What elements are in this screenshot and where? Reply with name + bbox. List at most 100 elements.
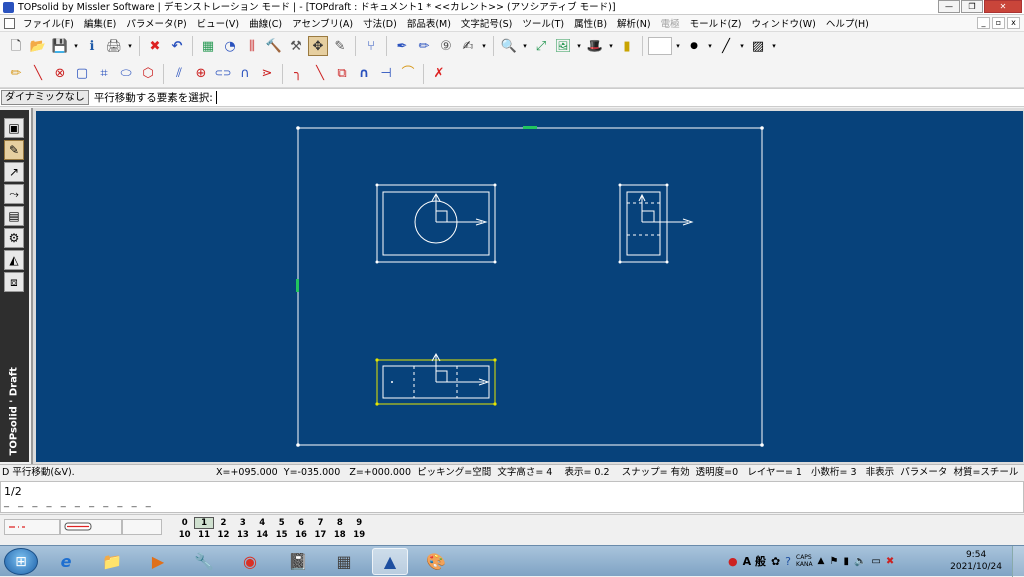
- layer-10[interactable]: 10: [175, 529, 194, 541]
- parameters-toggle[interactable]: パラメータ: [900, 467, 947, 478]
- select-icon[interactable]: ▣: [4, 118, 24, 138]
- menu-dimension[interactable]: 寸法(D): [358, 16, 402, 30]
- move-icon[interactable]: ✥: [308, 36, 328, 56]
- layer-14[interactable]: 14: [253, 529, 272, 541]
- mdi-close-button[interactable]: x: [1007, 17, 1020, 29]
- fit-icon[interactable]: ⤢: [531, 36, 551, 56]
- arc-icon[interactable]: ∩: [235, 64, 255, 84]
- measure-icon[interactable]: ⤳: [4, 184, 24, 204]
- line-tool-icon[interactable]: ↗: [4, 162, 24, 182]
- battery-icon[interactable]: ▭: [871, 556, 880, 567]
- mdi-minimize-button[interactable]: _: [977, 17, 990, 29]
- hatch-icon[interactable]: ▨: [748, 36, 768, 56]
- layer-19[interactable]: 19: [350, 529, 369, 541]
- delete-icon[interactable]: ✖: [145, 36, 165, 56]
- layer-5[interactable]: 5: [272, 517, 291, 529]
- zoom-icon[interactable]: 🔍: [499, 36, 519, 56]
- hide-toggle[interactable]: 非表示: [866, 467, 895, 478]
- tray-expand-icon[interactable]: ▲: [818, 556, 825, 566]
- menu-view[interactable]: ビュー(V): [192, 16, 244, 30]
- tree-icon[interactable]: ⑂: [361, 36, 381, 56]
- layer-8[interactable]: 8: [330, 517, 349, 529]
- save-dropdown-icon[interactable]: ▾: [72, 42, 80, 50]
- polygon-icon[interactable]: ⬡: [138, 64, 158, 84]
- gear-icon[interactable]: ⚙: [4, 228, 24, 248]
- arch-icon[interactable]: ∩: [354, 64, 374, 84]
- menu-help[interactable]: ヘルプ(H): [821, 16, 874, 30]
- layer-3[interactable]: 3: [233, 517, 252, 529]
- show-desktop-button[interactable]: [1012, 546, 1024, 577]
- menu-tools[interactable]: ツール(T): [517, 16, 569, 30]
- document-icon[interactable]: [4, 18, 15, 29]
- hatch-dropdown-icon[interactable]: ▾: [770, 42, 778, 50]
- drawing-canvas[interactable]: [36, 111, 1023, 462]
- menu-edit[interactable]: 編集(E): [79, 16, 121, 30]
- command-input-caret[interactable]: [215, 91, 217, 104]
- layer-16[interactable]: 16: [291, 529, 310, 541]
- draw-icon[interactable]: ✏: [6, 64, 26, 84]
- layer-0[interactable]: 0: [175, 517, 194, 529]
- cylinder-icon[interactable]: ▮: [617, 36, 637, 56]
- menu-text-symbol[interactable]: 文字記号(S): [456, 16, 517, 30]
- line-style-solid[interactable]: [60, 519, 122, 535]
- minimize-button[interactable]: —: [938, 0, 960, 13]
- network-icon[interactable]: ▮: [843, 556, 849, 567]
- explorer-icon[interactable]: 📁: [94, 548, 130, 575]
- menu-curve[interactable]: 曲線(C): [244, 16, 287, 30]
- line-icon[interactable]: ╲: [28, 64, 48, 84]
- image-icon[interactable]: 🖼: [553, 36, 573, 56]
- pen-icon[interactable]: ✒: [392, 36, 412, 56]
- ime-indicator[interactable]: A 般: [743, 553, 766, 569]
- layer-12[interactable]: 12: [214, 529, 233, 541]
- tools-taskbar-icon[interactable]: 🔧: [186, 548, 222, 575]
- print-icon[interactable]: 🖨: [104, 36, 124, 56]
- menu-file[interactable]: ファイル(F): [18, 16, 79, 30]
- start-button[interactable]: ⊞: [4, 548, 38, 575]
- mdi-restore-button[interactable]: ▫: [992, 17, 1005, 29]
- menu-analysis[interactable]: 解析(N): [612, 16, 656, 30]
- box-icon[interactable]: ⧉: [332, 64, 352, 84]
- pencil-icon[interactable]: ✎: [4, 140, 24, 160]
- frame-icon[interactable]: ⌗: [94, 64, 114, 84]
- save-icon[interactable]: 💾: [50, 36, 70, 56]
- view-icon[interactable]: ◔: [220, 36, 240, 56]
- chamfer-icon[interactable]: ⋗: [257, 64, 277, 84]
- color-dropdown-icon[interactable]: ▾: [674, 42, 682, 50]
- point-icon[interactable]: ⊕: [191, 64, 211, 84]
- layer-7[interactable]: 7: [311, 517, 330, 529]
- paint-taskbar-icon[interactable]: 🎨: [418, 548, 454, 575]
- maximize-button[interactable]: ❐: [961, 0, 983, 13]
- clock[interactable]: 9:54 2021/10/24: [950, 549, 1002, 573]
- info-icon[interactable]: ℹ: [82, 36, 102, 56]
- pencil-icon[interactable]: ✏: [414, 36, 434, 56]
- dynamic-toggle-button[interactable]: ダイナミックなし: [1, 90, 89, 105]
- tray-app-icon[interactable]: ●: [728, 555, 738, 568]
- table-icon[interactable]: ▤: [4, 206, 24, 226]
- line-style-empty[interactable]: [122, 519, 162, 535]
- close-button[interactable]: ✕: [984, 0, 1022, 13]
- layer-15[interactable]: 15: [272, 529, 291, 541]
- parameters-icon[interactable]: ⫼: [242, 36, 262, 56]
- transparency-value[interactable]: 透明度=0: [696, 467, 739, 478]
- hat-icon[interactable]: 🎩: [585, 36, 605, 56]
- undo-icon[interactable]: ↶: [167, 36, 187, 56]
- ie-icon[interactable]: e: [48, 548, 84, 575]
- rectangle-icon[interactable]: ▢: [72, 64, 92, 84]
- layer-9[interactable]: 9: [350, 517, 369, 529]
- image-dropdown-icon[interactable]: ▾: [575, 42, 583, 50]
- layer-11[interactable]: 11: [194, 529, 213, 541]
- notepad-icon[interactable]: 📓: [280, 548, 316, 575]
- layer-4[interactable]: 4: [253, 517, 272, 529]
- hammer-icon[interactable]: 🔨: [264, 36, 284, 56]
- media-player-icon[interactable]: ▶: [140, 548, 176, 575]
- layer-13[interactable]: 13: [233, 529, 252, 541]
- display-value[interactable]: 表示= 0.2: [564, 467, 609, 478]
- signature-icon[interactable]: ✍: [458, 36, 478, 56]
- zoom-dropdown-icon[interactable]: ▾: [521, 42, 529, 50]
- fillet-icon[interactable]: ╲: [310, 64, 330, 84]
- line-style-dropdown-icon[interactable]: ▾: [738, 42, 746, 50]
- menu-attributes[interactable]: 属性(B): [569, 16, 612, 30]
- point-style-icon[interactable]: ●: [684, 36, 704, 56]
- point-style-dropdown-icon[interactable]: ▾: [706, 42, 714, 50]
- layer-18[interactable]: 18: [330, 529, 349, 541]
